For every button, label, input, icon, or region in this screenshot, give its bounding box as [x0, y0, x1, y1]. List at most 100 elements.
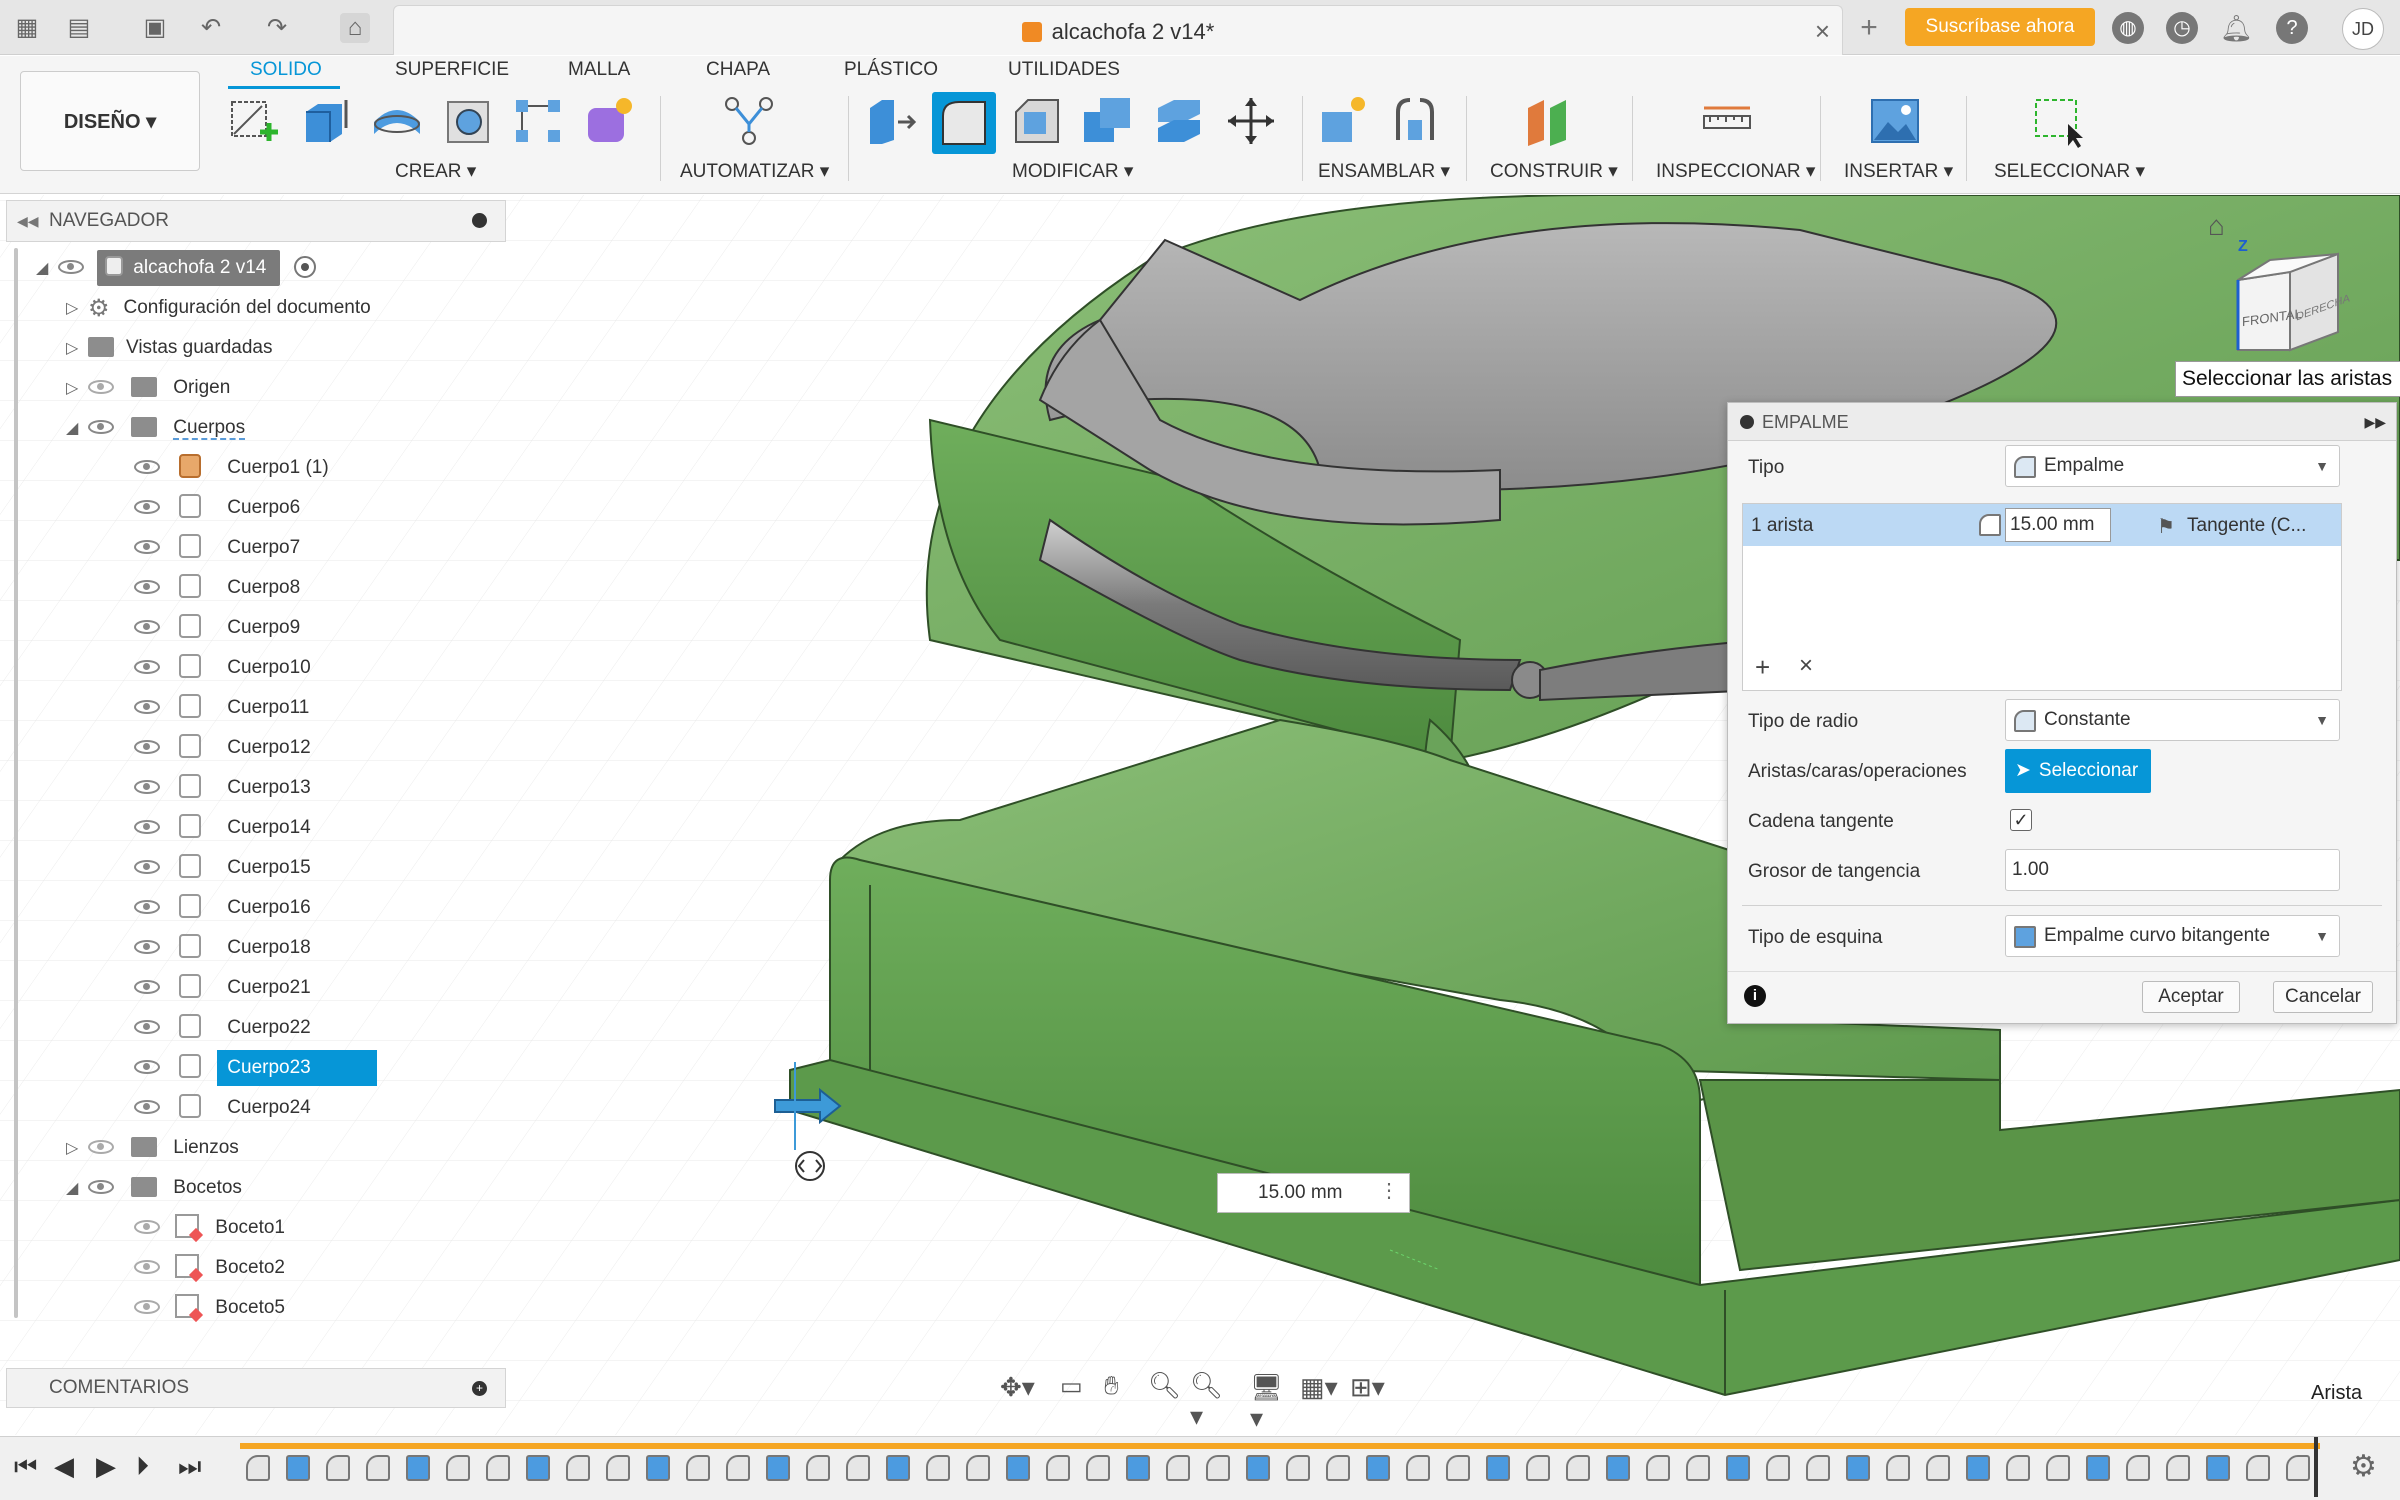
timeline-feature-icon[interactable] [1966, 1455, 1990, 1481]
press-pull-icon[interactable] [864, 94, 918, 148]
visibility-eye-icon[interactable] [134, 620, 160, 634]
view-cube[interactable]: ⌂ Z FRONTAL DERECHA [2200, 210, 2360, 370]
visibility-eye-icon[interactable] [134, 540, 160, 554]
look-at-icon[interactable]: ▭ [1060, 1372, 1083, 1401]
info-icon[interactable]: i [1744, 985, 1766, 1007]
visibility-eye-icon[interactable] [134, 660, 160, 674]
group-automatizar[interactable]: AUTOMATIZAR ▾ [680, 160, 829, 183]
browser-item-origin[interactable]: ▷ Origen [66, 370, 230, 406]
move-copy-icon[interactable] [1224, 94, 1278, 148]
joint-icon[interactable] [1388, 94, 1442, 148]
timeline-feature-icon[interactable] [2166, 1455, 2190, 1481]
browser-item-body[interactable]: Cuerpo22 [134, 1010, 321, 1046]
timeline-feature-icon[interactable] [846, 1455, 870, 1481]
timeline-feature-icon[interactable] [766, 1455, 790, 1481]
user-avatar[interactable]: JD [2342, 8, 2384, 50]
redo-icon[interactable]: ↷ [262, 13, 292, 43]
timeline-feature-icon[interactable] [1286, 1455, 1310, 1481]
continuity-dropdown[interactable]: Tangente (C... [2187, 515, 2306, 537]
dialog-expand-icon[interactable]: ▶▶ [2364, 403, 2386, 441]
visibility-eye-icon[interactable] [134, 1060, 160, 1074]
browser-item-body[interactable]: Cuerpo6 [134, 490, 310, 526]
timeline-feature-icon[interactable] [1166, 1455, 1190, 1481]
extrude-icon[interactable] [298, 94, 352, 148]
remove-row-icon[interactable]: × [1799, 652, 1813, 680]
browser-item-saved-views[interactable]: ▷ Vistas guardadas [66, 330, 272, 366]
group-insertar[interactable]: INSERTAR ▾ [1844, 160, 1953, 183]
visibility-eye-icon[interactable] [134, 980, 160, 994]
orbit-icon[interactable]: ✥▾ [1000, 1372, 1035, 1403]
timeline-feature-icon[interactable] [2006, 1455, 2030, 1481]
pattern-icon[interactable] [512, 94, 566, 148]
timeline-feature-icon[interactable] [2286, 1455, 2310, 1481]
hidden-eye-icon[interactable] [134, 1260, 160, 1274]
browser-item-body[interactable]: Cuerpo16 [134, 890, 321, 926]
job-status-icon[interactable]: ◷ [2166, 12, 2198, 44]
go-to-start-icon[interactable]: ⏮ [14, 1451, 37, 1483]
revolve-icon[interactable] [370, 94, 424, 148]
timeline-feature-icon[interactable] [2086, 1455, 2110, 1481]
timeline-feature-icon[interactable] [966, 1455, 990, 1481]
timeline-feature-icon[interactable] [1046, 1455, 1070, 1481]
browser-root[interactable]: ◢ alcachofa 2 v14 [36, 250, 316, 286]
undo-icon[interactable]: ↶ [196, 13, 226, 43]
group-modificar[interactable]: MODIFICAR ▾ [1012, 160, 1133, 183]
timeline-feature-icon[interactable] [326, 1455, 350, 1481]
offset-plane-icon[interactable] [1520, 94, 1574, 148]
timeline-feature-icon[interactable] [1006, 1455, 1030, 1481]
apps-grid-icon[interactable]: ▦ [12, 13, 42, 43]
timeline-feature-icon[interactable] [1686, 1455, 1710, 1481]
dialog-collapse-icon[interactable] [1740, 415, 1754, 429]
browser-item-document-settings[interactable]: ▷ ⚙︎ Configuración del documento [66, 290, 371, 326]
timeline-feature-icon[interactable] [926, 1455, 950, 1481]
browser-item-sketches[interactable]: ◢ Bocetos [66, 1170, 242, 1206]
timeline-feature-icon[interactable] [1446, 1455, 1470, 1481]
browser-scrollbar[interactable] [14, 248, 18, 1318]
tangent-chain-checkbox[interactable]: ✓ [2010, 809, 2032, 831]
visibility-eye-icon[interactable] [134, 940, 160, 954]
shell-icon[interactable] [1080, 94, 1134, 148]
go-to-end-icon[interactable]: ⏭ [178, 1451, 201, 1483]
pan-hand-icon[interactable]: ✋︎ [1104, 1370, 1119, 1402]
visibility-eye-icon[interactable] [134, 820, 160, 834]
display-settings-icon[interactable]: 🖥︎▾ [1250, 1372, 1283, 1434]
browser-item-sketch[interactable]: Boceto1 [134, 1210, 285, 1246]
timeline-feature-icon[interactable] [526, 1455, 550, 1481]
activate-radio-icon[interactable] [293, 256, 316, 278]
browser-item-body[interactable]: Cuerpo23 [134, 1050, 378, 1086]
timeline-feature-icon[interactable] [1566, 1455, 1590, 1481]
timeline-feature-icon[interactable] [1726, 1455, 1750, 1481]
browser-item-body[interactable]: Cuerpo18 [134, 930, 321, 966]
timeline-feature-icon[interactable] [1406, 1455, 1430, 1481]
visibility-eye-icon[interactable] [134, 1100, 160, 1114]
group-seleccionar[interactable]: SELECCIONAR ▾ [1994, 160, 2145, 183]
window-select-icon[interactable] [2032, 94, 2086, 148]
corner-type-dropdown[interactable]: Empalme curvo bitangente ▼ [2005, 915, 2340, 957]
browser-item-bodies[interactable]: ◢ Cuerpos [66, 410, 246, 446]
timeline-feature-icon[interactable] [1366, 1455, 1390, 1481]
timeline-marker[interactable] [2314, 1437, 2318, 1497]
timeline-feature-icon[interactable] [1886, 1455, 1910, 1481]
timeline-feature-icon[interactable] [1606, 1455, 1630, 1481]
timeline-feature-icon[interactable] [2206, 1455, 2230, 1481]
visibility-eye-icon[interactable] [134, 460, 160, 474]
timeline-feature-icon[interactable] [486, 1455, 510, 1481]
timeline-feature-icon[interactable] [1486, 1455, 1510, 1481]
panel-options-icon[interactable] [472, 213, 487, 228]
select-edges-button[interactable]: ➤ Seleccionar [2005, 749, 2151, 793]
hidden-eye-icon[interactable] [134, 1220, 160, 1234]
timeline-feature-icon[interactable] [246, 1455, 270, 1481]
help-icon[interactable]: ? [2276, 12, 2308, 44]
document-tab[interactable]: alcachofa 2 v14* × [393, 5, 1843, 55]
create-sketch-icon[interactable] [226, 94, 280, 148]
timeline-feature-icon[interactable] [1126, 1455, 1150, 1481]
timeline-feature-icon[interactable] [446, 1455, 470, 1481]
edge-row[interactable]: 1 arista 15.00 mm ⚑ Tangente (C... [1743, 504, 2341, 546]
home-view-icon[interactable]: ⌂ [2208, 210, 2225, 242]
tab-superficie[interactable]: SUPERFICIE [395, 59, 509, 81]
visibility-eye-icon[interactable] [134, 780, 160, 794]
workspace-switcher[interactable]: DISEÑO ▾ [20, 71, 200, 171]
visibility-eye-icon[interactable] [88, 1180, 114, 1194]
measure-icon[interactable] [1700, 94, 1754, 148]
browser-item-sketch[interactable]: Boceto5 [134, 1290, 285, 1326]
